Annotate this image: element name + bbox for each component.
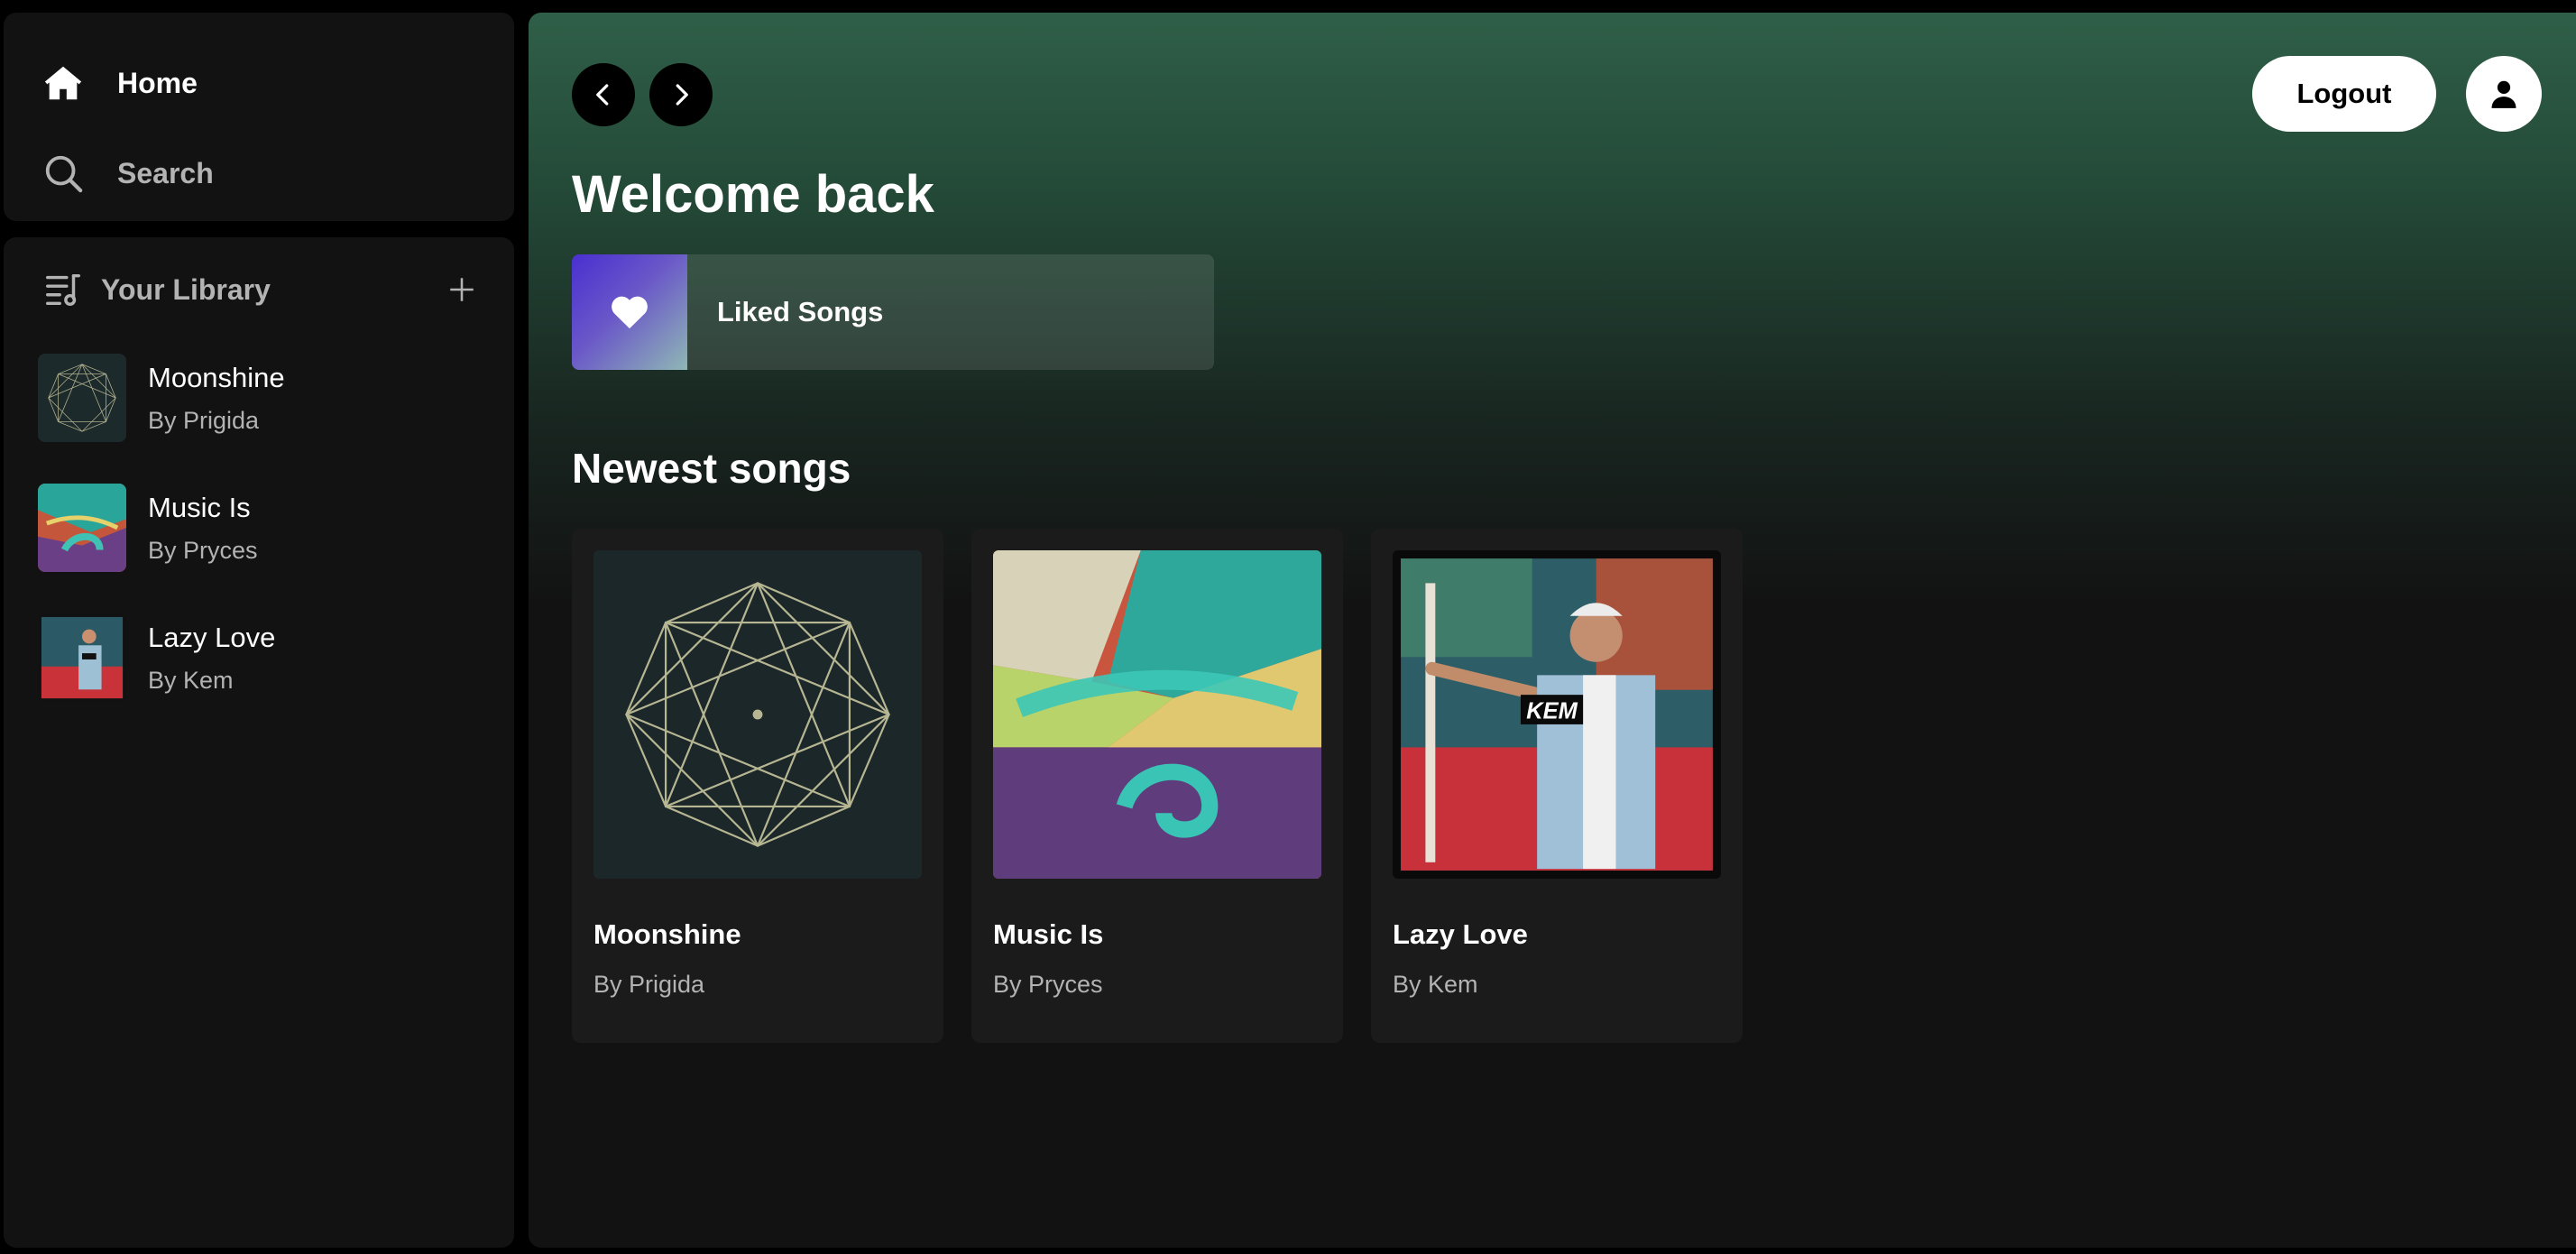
album-cover-lazy-love bbox=[38, 613, 126, 702]
song-title: Lazy Love bbox=[1393, 918, 1528, 950]
sidebar-nav: Home Search bbox=[4, 13, 514, 221]
user-icon bbox=[2491, 80, 2516, 108]
library-item[interactable]: Music Is By Pryces bbox=[38, 483, 489, 573]
song-artist: By Kem bbox=[1393, 971, 1478, 998]
add-playlist-button[interactable] bbox=[442, 270, 482, 309]
chevron-left-icon bbox=[596, 84, 609, 106]
song-title: Moonshine bbox=[593, 918, 741, 950]
library-item[interactable]: Moonshine By Prigida bbox=[38, 353, 489, 443]
song-artist: By Prigida bbox=[593, 971, 705, 998]
sidebar-item-home[interactable]: Home bbox=[40, 60, 198, 106]
song-card[interactable]: Moonshine By Prigida bbox=[572, 529, 943, 1043]
album-cover-moonshine bbox=[593, 550, 922, 879]
album-cover-text: KEM bbox=[1526, 698, 1578, 724]
page-title: Welcome back bbox=[572, 165, 934, 224]
library-item-subtitle: By Prigida bbox=[148, 406, 260, 434]
back-button[interactable] bbox=[572, 63, 635, 126]
library-icon[interactable] bbox=[40, 266, 87, 313]
sidebar-library: Your Library Moonshine By Prigida Music … bbox=[4, 237, 514, 1248]
home-icon bbox=[40, 60, 87, 106]
liked-songs-label: Liked Songs bbox=[717, 296, 884, 327]
library-item[interactable]: Lazy Love By Kem bbox=[38, 613, 489, 703]
song-card[interactable]: Music Is By Pryces bbox=[971, 529, 1343, 1043]
library-item-subtitle: By Pryces bbox=[148, 536, 258, 564]
heart-icon bbox=[612, 296, 648, 329]
album-cover-music-is bbox=[993, 550, 1321, 879]
library-item-title: Moonshine bbox=[148, 361, 285, 393]
user-profile-button[interactable] bbox=[2466, 56, 2542, 132]
forward-button[interactable] bbox=[649, 63, 713, 126]
app-root: Home Search Your Library Moonshine By Pr… bbox=[0, 0, 2576, 1254]
liked-songs-card[interactable]: Liked Songs bbox=[572, 254, 1214, 370]
library-item-subtitle: By Kem bbox=[148, 666, 234, 694]
album-cover-lazy-love: KEM bbox=[1393, 550, 1721, 879]
sidebar-item-label: Home bbox=[117, 66, 198, 99]
library-item-title: Music Is bbox=[148, 491, 251, 523]
section-title: Newest songs bbox=[572, 445, 851, 492]
search-icon bbox=[40, 150, 87, 197]
song-title: Music Is bbox=[993, 918, 1104, 950]
album-cover-music-is bbox=[38, 484, 126, 572]
song-card[interactable]: KEM Lazy Love By Kem bbox=[1371, 529, 1743, 1043]
library-header: Your Library bbox=[40, 264, 482, 315]
sidebar-item-label: Search bbox=[117, 156, 214, 189]
main-content: Logout Welcome back Liked Songs Newest s… bbox=[529, 13, 2576, 1248]
sidebar-item-search[interactable]: Search bbox=[40, 150, 214, 197]
chevron-right-icon bbox=[676, 84, 688, 106]
library-item-title: Lazy Love bbox=[148, 621, 276, 653]
song-artist: By Pryces bbox=[993, 971, 1103, 998]
library-title[interactable]: Your Library bbox=[101, 273, 271, 307]
logout-button[interactable]: Logout bbox=[2252, 56, 2436, 132]
album-cover-moonshine bbox=[38, 354, 126, 442]
liked-songs-art bbox=[572, 254, 687, 370]
